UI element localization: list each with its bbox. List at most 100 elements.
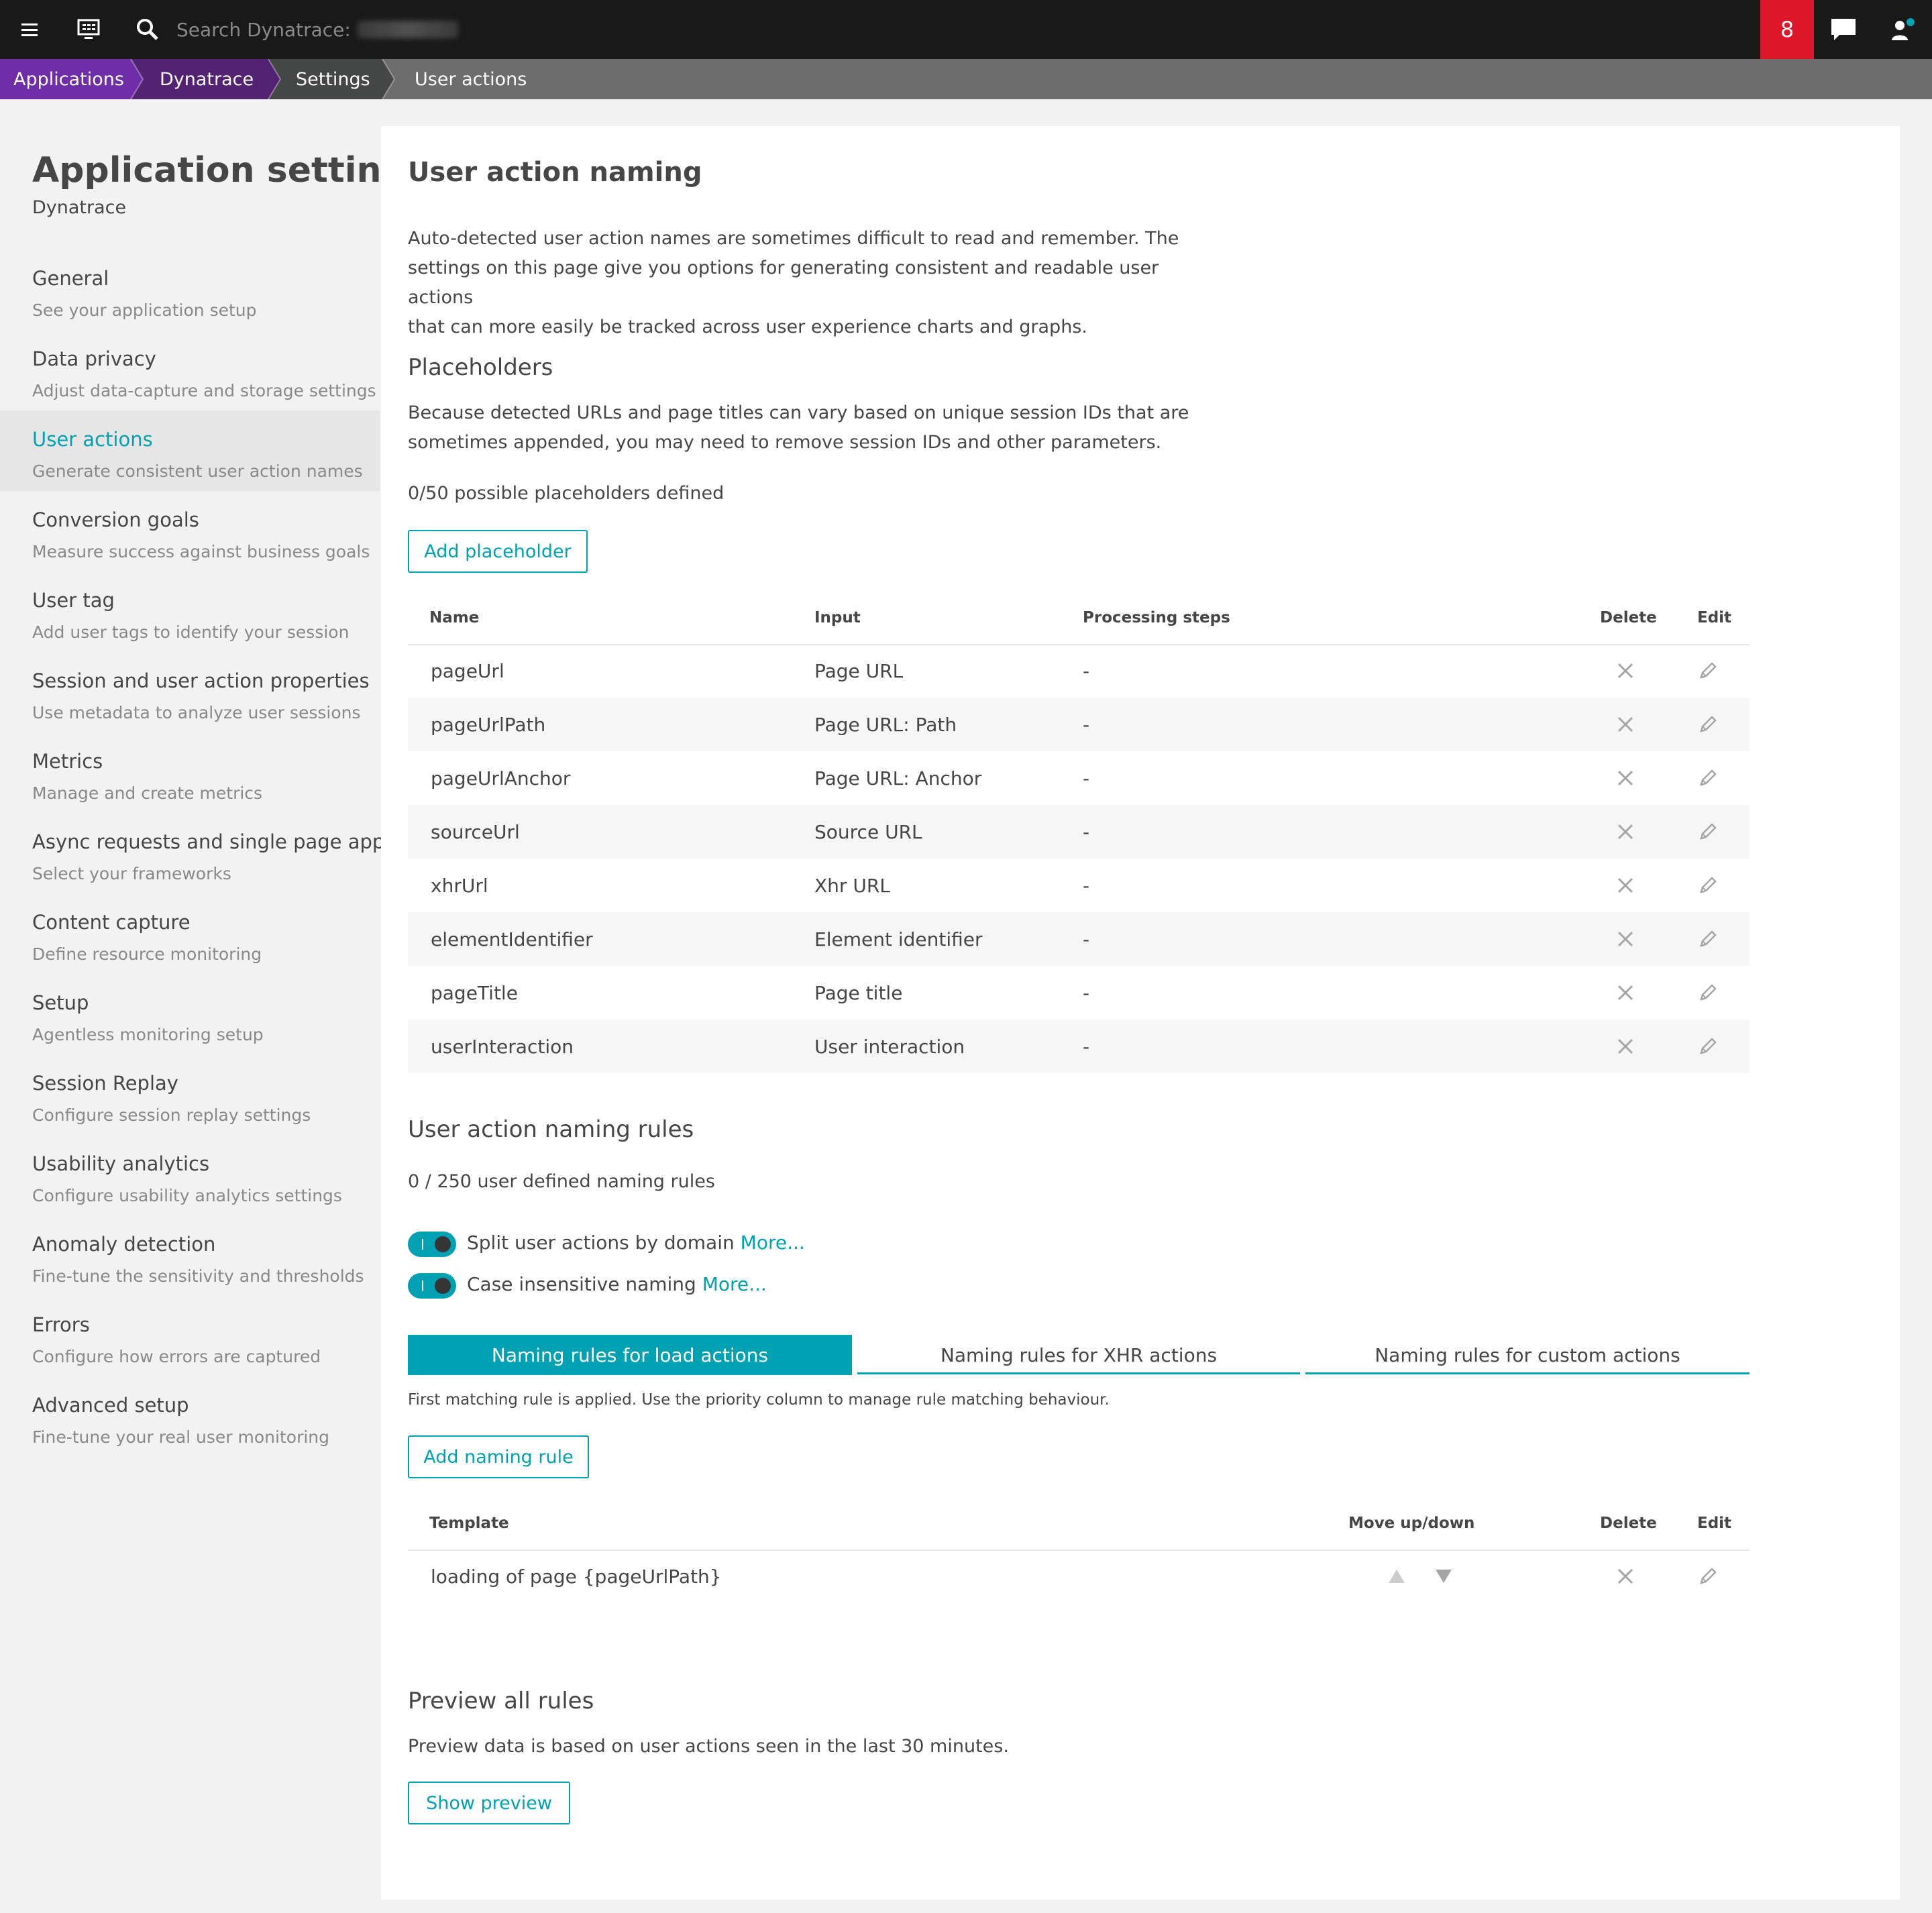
placeholder-name: pageUrlPath <box>431 713 546 736</box>
tab-load-actions[interactable]: Naming rules for load actions <box>408 1335 852 1375</box>
delete-icon[interactable] <box>1612 805 1639 859</box>
sidebar-item-desc: Adjust data-capture and storage settings <box>32 381 376 400</box>
sidebar-item-usability-analytics[interactable]: Usability analytics Configure usability … <box>0 1135 380 1215</box>
sidebar-item-label: User actions <box>32 428 153 451</box>
sidebar-item-label: Content capture <box>32 911 191 934</box>
top-bar: Search Dynatrace: 8 <box>0 0 1932 59</box>
edit-pencil-icon[interactable] <box>1695 644 1721 698</box>
column-header-move: Move up/down <box>1348 1515 1475 1532</box>
delete-icon[interactable] <box>1612 698 1639 751</box>
sidebar-item-content-capture[interactable]: Content capture Define resource monitori… <box>0 893 380 974</box>
sidebar-item-desc: Fine-tune your real user monitoring <box>32 1427 330 1447</box>
preview-desc: Preview data is based on user actions se… <box>408 1736 1009 1757</box>
rule-template: loading of page {pageUrlPath} <box>431 1565 722 1588</box>
sidebar-item-user-actions[interactable]: User actions Generate consistent user ac… <box>0 411 380 491</box>
column-header-processing-steps[interactable]: Processing steps <box>1083 609 1230 626</box>
sidebar-item-label: User tag <box>32 589 115 612</box>
sidebar-item-errors[interactable]: Errors Configure how errors are captured <box>0 1296 380 1376</box>
intro-text: Auto-detected user action names are some… <box>408 224 1199 342</box>
sidebar-item-general[interactable]: General See your application setup <box>0 250 380 330</box>
edit-pencil-icon[interactable] <box>1695 1549 1721 1603</box>
breadcrumb-user-actions: User actions <box>415 68 527 90</box>
sidebar-item-desc: Select your frameworks <box>32 864 231 883</box>
delete-icon[interactable] <box>1612 859 1639 912</box>
placeholder-steps: - <box>1083 874 1090 897</box>
delete-icon[interactable] <box>1612 912 1639 966</box>
more-link[interactable]: More... <box>702 1273 767 1295</box>
delete-icon[interactable] <box>1612 1020 1639 1073</box>
sidebar-item-session-replay[interactable]: Session Replay Configure session replay … <box>0 1054 380 1135</box>
case-insensitive-label: Case insensitive naming More... <box>467 1273 767 1295</box>
delete-icon[interactable] <box>1612 644 1639 698</box>
placeholder-steps: - <box>1083 981 1090 1004</box>
move-up-icon[interactable] <box>1383 1549 1410 1603</box>
sidebar-item-desc: Agentless monitoring setup <box>32 1025 264 1044</box>
placeholder-name: pageUrl <box>431 659 504 682</box>
table-row: pageUrlAnchor Page URL: Anchor - <box>408 751 1750 805</box>
search-icon[interactable] <box>118 0 177 59</box>
sidebar-item-async-requests[interactable]: Async requests and single page apps Sele… <box>0 813 394 893</box>
column-header-edit: Edit <box>1697 1515 1732 1532</box>
placeholder-input: Element identifier <box>814 928 983 950</box>
sidebar-item-desc: Configure usability analytics settings <box>32 1186 342 1205</box>
edit-pencil-icon[interactable] <box>1695 751 1721 805</box>
sidebar-item-label: Errors <box>32 1313 90 1336</box>
chat-icon[interactable] <box>1814 0 1873 59</box>
tab-custom-actions[interactable]: Naming rules for custom actions <box>1305 1335 1750 1375</box>
placeholder-input: User interaction <box>814 1035 965 1058</box>
sidebar-item-conversion-goals[interactable]: Conversion goals Measure success against… <box>0 491 380 571</box>
sidebar-item-desc: See your application setup <box>32 300 257 320</box>
move-down-icon[interactable] <box>1430 1549 1457 1603</box>
add-placeholder-button[interactable]: Add placeholder <box>408 530 588 573</box>
sidebar-item-desc: Measure success against business goals <box>32 542 370 561</box>
more-link[interactable]: More... <box>741 1232 805 1254</box>
tab-xhr-actions[interactable]: Naming rules for XHR actions <box>857 1335 1300 1375</box>
edit-pencil-icon[interactable] <box>1695 1020 1721 1073</box>
breadcrumb-dynatrace[interactable]: Dynatrace <box>160 59 254 99</box>
sidebar-item-desc: Fine-tune the sensitivity and thresholds <box>32 1266 364 1286</box>
edit-pencil-icon[interactable] <box>1695 966 1721 1020</box>
placeholder-name: sourceUrl <box>431 820 520 843</box>
sidebar-item-data-privacy[interactable]: Data privacy Adjust data-capture and sto… <box>0 330 380 411</box>
edit-pencil-icon[interactable] <box>1695 698 1721 751</box>
placeholder-steps: - <box>1083 928 1090 950</box>
placeholders-desc-line: Because detected URLs and page titles ca… <box>408 402 1189 423</box>
show-preview-button[interactable]: Show preview <box>408 1782 570 1824</box>
sidebar-item-advanced-setup[interactable]: Advanced setup Fine-tune your real user … <box>0 1376 380 1457</box>
search-input[interactable]: Search Dynatrace: <box>176 0 458 59</box>
sidebar-item-setup[interactable]: Setup Agentless monitoring setup <box>0 974 380 1054</box>
sidebar-item-label: Async requests and single page apps <box>32 830 395 853</box>
split-by-domain-toggle[interactable] <box>408 1232 456 1257</box>
notification-count: 8 <box>1780 17 1794 42</box>
sidebar-item-desc: Configure how errors are captured <box>32 1347 321 1366</box>
placeholder-steps: - <box>1083 1035 1090 1058</box>
edit-pencil-icon[interactable] <box>1695 805 1721 859</box>
column-header-input[interactable]: Input <box>814 609 861 626</box>
sidebar-item-desc: Define resource monitoring <box>32 944 262 964</box>
monitor-icon[interactable] <box>59 0 118 59</box>
sidebar-item-user-tag[interactable]: User tag Add user tags to identify your … <box>0 571 380 652</box>
edit-pencil-icon[interactable] <box>1695 912 1721 966</box>
user-icon[interactable] <box>1873 0 1932 59</box>
placeholder-name: pageUrlAnchor <box>431 767 571 789</box>
column-header-name[interactable]: Name <box>429 609 479 626</box>
sidebar-item-anomaly-detection[interactable]: Anomaly detection Fine-tune the sensitiv… <box>0 1215 380 1296</box>
delete-icon[interactable] <box>1612 966 1639 1020</box>
toggle-knob <box>435 1278 451 1294</box>
case-insensitive-toggle[interactable] <box>408 1273 456 1299</box>
delete-icon[interactable] <box>1612 1549 1639 1603</box>
hamburger-menu-icon[interactable] <box>0 0 59 59</box>
breadcrumb-applications[interactable]: Applications <box>13 59 124 99</box>
table-row: loading of page {pageUrlPath} <box>408 1549 1750 1603</box>
delete-icon[interactable] <box>1612 751 1639 805</box>
edit-pencil-icon[interactable] <box>1695 859 1721 912</box>
naming-rules-title: User action naming rules <box>408 1116 694 1143</box>
placeholder-input: Page URL: Anchor <box>814 767 982 789</box>
toggle-label-text: Split user actions by domain <box>467 1232 735 1254</box>
sidebar-item-label: Setup <box>32 991 89 1014</box>
breadcrumb-settings[interactable]: Settings <box>296 59 370 99</box>
sidebar-item-metrics[interactable]: Metrics Manage and create metrics <box>0 732 380 813</box>
sidebar-item-session-properties[interactable]: Session and user action properties Use m… <box>0 652 380 732</box>
notification-badge[interactable]: 8 <box>1760 0 1814 59</box>
add-naming-rule-button[interactable]: Add naming rule <box>408 1435 589 1478</box>
